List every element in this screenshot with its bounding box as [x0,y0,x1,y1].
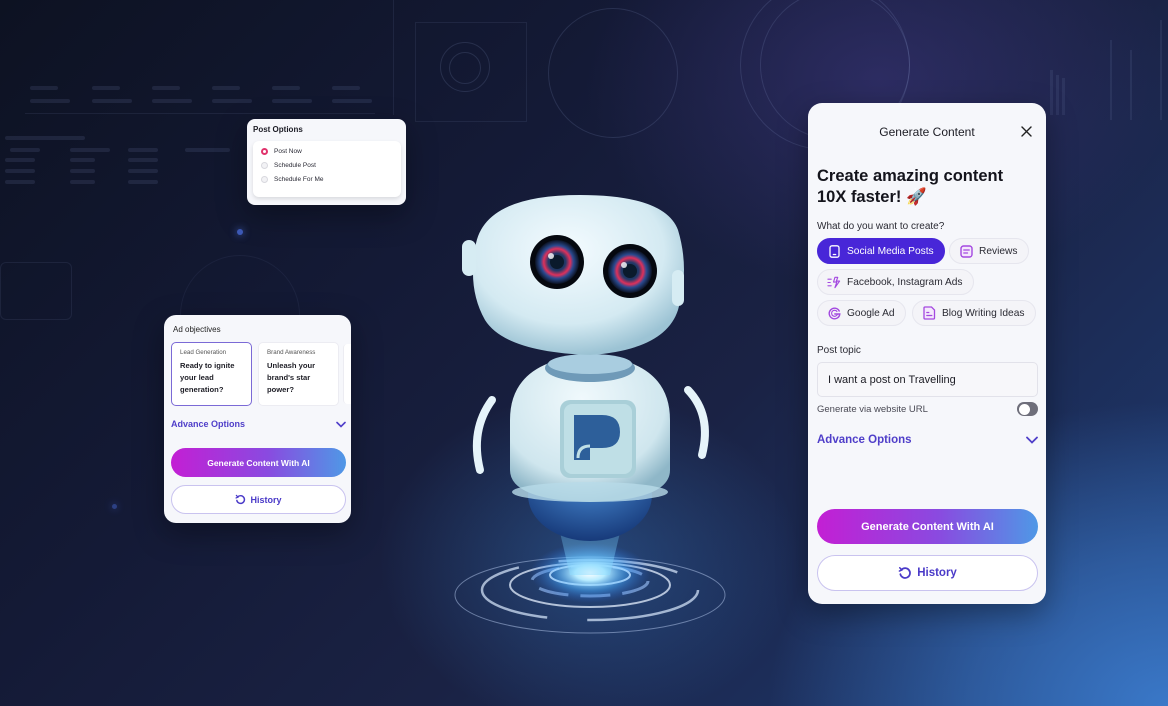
close-icon [1020,125,1032,137]
radio-unchecked-icon [261,176,268,183]
create-question-label: What do you want to create? [817,221,945,232]
ad-option-lead-generation[interactable]: Lead Generation Ready to ignite your lea… [171,342,252,406]
generate-content-button[interactable]: Generate Content With AI [171,448,346,477]
post-options-card: Post Options Post Now Schedule Post Sche… [247,119,406,205]
sparkle-icon [827,275,841,289]
history-label: History [917,567,957,579]
website-url-row: Generate via website URL [817,402,1038,416]
google-icon [827,306,841,320]
chip-reviews[interactable]: Reviews [949,238,1029,264]
radio-post-now[interactable]: Post Now [261,148,302,155]
advance-options-toggle[interactable]: Advance Options [171,419,346,429]
advance-options-toggle[interactable]: Advance Options [817,434,1038,446]
close-button[interactable] [1018,123,1034,139]
chip-label: Google Ad [847,307,895,319]
ad-option-label: Lead Generation [180,349,227,356]
robot-mascot [454,195,726,634]
ad-objectives-title: Ad objectives [173,325,221,334]
history-icon [898,566,912,579]
history-label: History [250,494,282,505]
post-options-list: Post Now Schedule Post Schedule For Me [253,141,401,197]
chip-label: Blog Writing Ideas [942,307,1025,319]
radio-unchecked-icon [261,162,268,169]
chip-google-ad[interactable]: Google Ad [817,300,906,326]
ad-option-partial[interactable] [343,344,351,404]
review-icon [959,244,973,258]
radio-checked-icon [261,148,268,155]
ad-option-label: Brand Awareness [267,349,316,356]
ad-option-description: Unleash your brand's star power? [267,361,316,394]
chevron-down-icon [1026,436,1038,444]
ad-option-brand-awareness[interactable]: Brand Awareness Unleash your brand's sta… [258,342,339,406]
post-options-title: Post Options [253,125,303,134]
post-topic-label: Post topic [817,345,861,356]
generate-content-button[interactable]: Generate Content With AI [817,509,1038,544]
ad-option-description: Ready to ignite your lead generation? [180,361,235,394]
chip-label: Social Media Posts [847,245,934,257]
radio-label: Schedule Post [274,162,316,169]
panel-header-title: Generate Content [879,125,975,139]
history-button[interactable]: History [171,485,346,514]
post-topic-input[interactable]: I want a post on Travelling [817,362,1038,397]
chip-social-media-posts[interactable]: Social Media Posts [817,238,945,264]
radio-schedule-post[interactable]: Schedule Post [261,162,316,169]
blog-icon [922,306,936,320]
chip-blog-writing-ideas[interactable]: Blog Writing Ideas [912,300,1036,326]
chip-facebook-instagram-ads[interactable]: Facebook, Instagram Ads [817,269,974,295]
panel-headline: Create amazing content 10X faster! 🚀 [817,167,1004,206]
chip-label: Facebook, Instagram Ads [847,276,963,288]
advance-options-label: Advance Options [817,434,912,446]
chevron-down-icon [336,421,346,428]
generate-content-panel: Generate Content Create amazing content … [808,103,1046,604]
radio-schedule-for-me[interactable]: Schedule For Me [261,176,324,183]
radio-label: Schedule For Me [274,176,324,183]
website-url-label: Generate via website URL [817,403,928,415]
advance-options-label: Advance Options [171,419,246,429]
history-icon [235,494,246,505]
ad-objectives-card: Ad objectives Lead Generation Ready to i… [164,315,351,523]
chip-label: Reviews [979,245,1018,257]
radio-label: Post Now [274,148,302,155]
website-url-toggle[interactable] [1017,402,1038,416]
history-button[interactable]: History [817,555,1038,591]
phone-icon [827,244,841,258]
